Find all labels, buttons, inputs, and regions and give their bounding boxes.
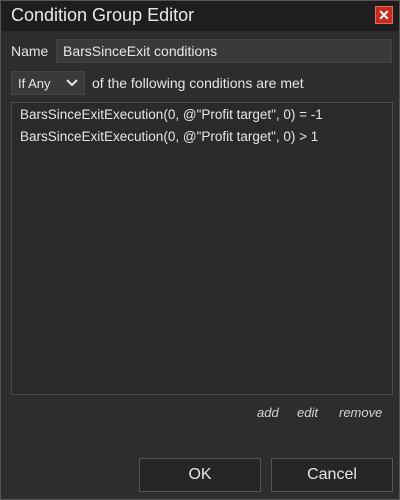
ok-button[interactable]: OK — [139, 458, 261, 492]
title-bar: Condition Group Editor ✕ — [1, 1, 399, 31]
conditions-list[interactable]: BarsSinceExitExecution(0, @"Profit targe… — [11, 102, 393, 395]
window-title: Condition Group Editor — [11, 5, 195, 25]
cancel-button[interactable]: Cancel — [271, 458, 393, 492]
match-mode-value: If Any — [18, 76, 51, 91]
match-mode-select[interactable]: If Any — [11, 71, 85, 95]
name-label: Name — [11, 43, 49, 59]
close-button[interactable]: ✕ — [375, 6, 393, 24]
edit-link[interactable]: edit — [297, 405, 318, 420]
condition-group-editor-window: Condition Group Editor ✕ Name If Any of … — [0, 0, 400, 500]
match-mode-description: of the following conditions are met — [92, 75, 304, 91]
chevron-down-icon — [66, 79, 78, 87]
list-item[interactable]: BarsSinceExitExecution(0, @"Profit targe… — [20, 129, 318, 144]
close-icon: ✕ — [378, 7, 390, 23]
remove-link[interactable]: remove — [339, 405, 382, 420]
name-field[interactable] — [56, 39, 392, 63]
list-item[interactable]: BarsSinceExitExecution(0, @"Profit targe… — [20, 107, 323, 122]
add-link[interactable]: add — [257, 405, 279, 420]
